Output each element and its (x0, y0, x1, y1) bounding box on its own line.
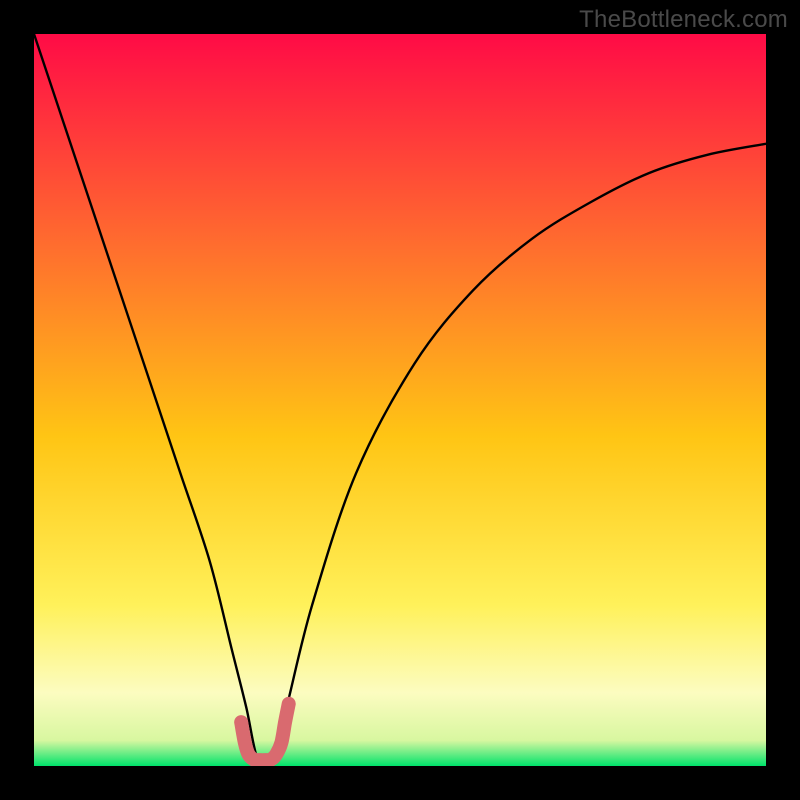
chart-svg (34, 34, 766, 766)
gradient-background (34, 34, 766, 766)
plot-area (34, 34, 766, 766)
chart-frame: TheBottleneck.com (0, 0, 800, 800)
watermark-text: TheBottleneck.com (579, 6, 788, 34)
